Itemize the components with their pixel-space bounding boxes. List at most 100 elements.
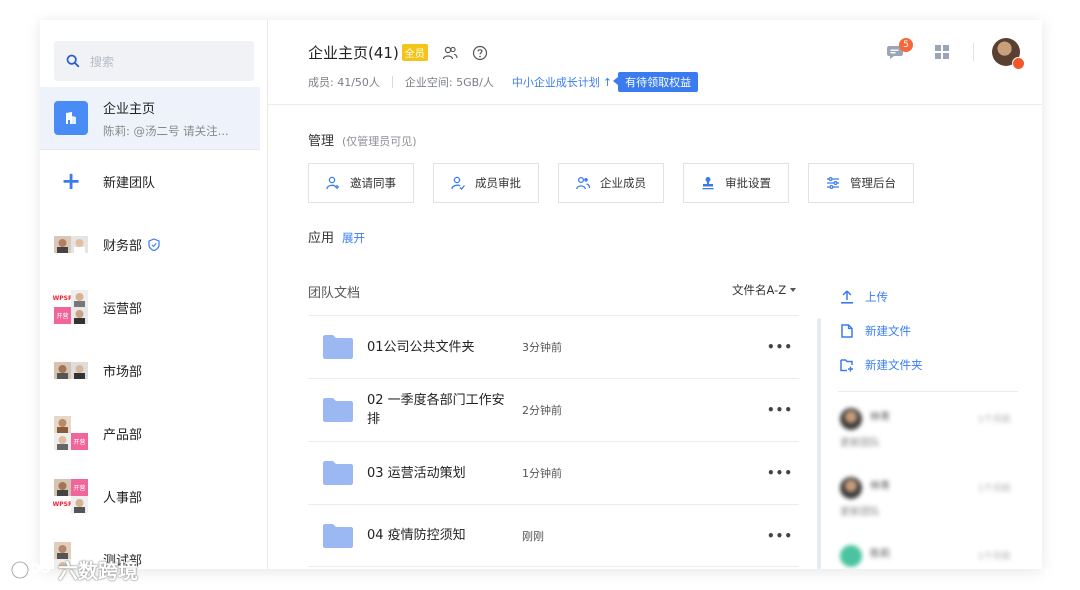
team-tag: 开营 [54,307,71,324]
team-label: 人事部 [103,490,143,506]
search-box[interactable]: 搜索 [54,41,254,81]
app-window: 搜索 企业主页 陈莉: @汤二号 请关注... + 新建团队 财务部 WPSP … [40,20,1042,569]
more-options-icon[interactable]: ••• [767,466,793,480]
document-name: 04 疫情防控须知 [367,528,466,543]
document-time: 刚刚 [522,529,544,543]
new-team-button[interactable]: + 新建团队 [40,161,260,201]
approval-settings-button[interactable]: 审批设置 [683,163,789,203]
team-avatar: WPSP 开营 [53,290,88,324]
document-row[interactable]: 02 一季度各部门工作安排 2分钟前 ••• [308,378,799,441]
sidebar-item-marketing[interactable]: 市场部 [40,350,260,390]
help-icon[interactable] [472,45,488,61]
team-label: 产品部 [103,427,143,443]
add-user-icon [326,176,339,190]
sidebar-item-finance[interactable]: 财务部 [40,224,260,264]
caret-down-icon [790,288,797,292]
upload-icon [841,290,853,304]
growth-plan-link[interactable]: 中小企业成长计划 [512,74,600,90]
folder-add-icon [840,359,853,372]
apps-expand-link[interactable]: 展开 [342,231,365,245]
watermark-text: 六数跨境 [58,559,138,583]
main-content: 企业主页(41) 全员 成员: 41/50人 企业空间: 5GB/人 中小企业成… [268,20,1042,569]
member-approval-button[interactable]: 成员审批 [433,163,539,203]
document-row[interactable]: 01公司公共文件夹 3分钟前 ••• [308,315,799,378]
activity-user: 陈莉 [870,549,890,560]
team-tag: WPSP [53,290,72,307]
more-options-icon[interactable]: ••• [767,403,793,417]
sidebar-item-home[interactable]: 企业主页 陈莉: @汤二号 请关注... [40,87,260,149]
search-icon [66,54,80,68]
members-icon[interactable] [442,45,458,61]
upload-label: 上传 [865,290,888,304]
activity-user: 林青 [870,481,890,492]
team-tag: WPSP [53,496,72,513]
activity-time: 1个月前 [978,552,1011,562]
document-time: 2分钟前 [522,404,562,417]
page-title: 企业主页(41) 全员 [308,42,488,63]
user-avatar[interactable] [992,38,1025,70]
activity-text: 更新团队 [840,438,880,449]
top-toolbar: 5 [887,38,1025,70]
activity-user: 林青 [870,412,890,423]
page-title-text: 企业主页(41) [308,44,399,62]
header-divider [268,104,1042,105]
invite-colleague-button[interactable]: 邀请同事 [308,163,414,203]
team-avatar [54,227,88,261]
scrollbar[interactable] [817,318,821,569]
team-label: 运营部 [103,301,143,317]
notification-count-badge: 5 [899,38,913,52]
home-subtitle: 陈莉: @汤二号 请关注... [103,123,229,138]
activity-avatar [840,545,862,567]
sidebar-item-hr[interactable]: 开营 WPSP 人事部 [40,476,260,516]
stamp-icon [702,177,714,190]
new-team-label: 新建团队 [103,175,156,191]
document-time: 1分钟前 [522,467,562,480]
team-avatar [54,353,88,387]
action-label: 成员审批 [475,176,521,190]
sliders-icon [827,177,839,190]
team-docs-title: 团队文档 [308,286,361,301]
more-options-icon[interactable]: ••• [767,529,793,543]
new-folder-button[interactable]: 新建文件夹 [840,357,923,373]
home-title: 企业主页 [103,101,156,117]
sidebar-item-product[interactable]: 开营 产品部 [40,413,260,453]
building-icon [54,101,88,135]
plus-icon: + [60,167,82,195]
enterprise-members-button[interactable]: 企业成员 [558,163,664,203]
sort-dropdown[interactable]: 文件名A-Z [732,282,797,298]
team-avatar: 开营 [54,416,88,450]
sidebar-divider [40,149,260,150]
activity-item: 林青 更新团队 1个月前 [840,477,1011,518]
document-name: 02 一季度各部门工作安排 [367,393,505,427]
user-check-icon [451,176,465,190]
new-file-button[interactable]: 新建文件 [840,323,911,339]
folder-icon [323,335,353,359]
action-label: 企业成员 [600,176,646,190]
more-options-icon[interactable]: ••• [767,340,793,354]
sidebar-item-operations[interactable]: WPSP 开营 运营部 [40,287,260,327]
admin-console-button[interactable]: 管理后台 [808,163,914,203]
fire-badge-icon [1012,57,1025,70]
activity-time: 1个月前 [978,415,1011,425]
pending-benefits-badge[interactable]: 有待领取权益 [613,72,699,92]
upload-button[interactable]: 上传 [840,289,888,305]
watermark: 六数跨境 [10,555,138,584]
team-label: 财务部 [103,238,143,254]
team-tag: 开营 [71,433,88,450]
document-list: 01公司公共文件夹 3分钟前 ••• 02 一季度各部门工作安排 2分钟前 ••… [308,315,799,567]
watermark-logo-icon [10,560,51,579]
action-label: 审批设置 [725,176,771,190]
folder-icon [323,398,353,422]
users-icon [576,176,590,190]
document-time: 3分钟前 [522,341,562,354]
document-row[interactable]: 03 运营活动策划 1分钟前 ••• [308,441,799,504]
app-grid-icon[interactable] [935,45,949,59]
admin-actions: 邀请同事 成员审批 企业成员 审批设置 管理后台 [308,163,933,203]
messages-button[interactable]: 5 [887,38,913,60]
all-members-badge: 全员 [401,44,428,61]
search-placeholder: 搜索 [90,54,115,69]
activity-item: 陈莉 1个月前 [840,545,1011,567]
document-row[interactable]: 04 疫情防控须知 刚刚 ••• [308,504,799,567]
document-name: 01公司公共文件夹 [367,339,475,355]
document-name: 03 运营活动策划 [367,465,466,481]
